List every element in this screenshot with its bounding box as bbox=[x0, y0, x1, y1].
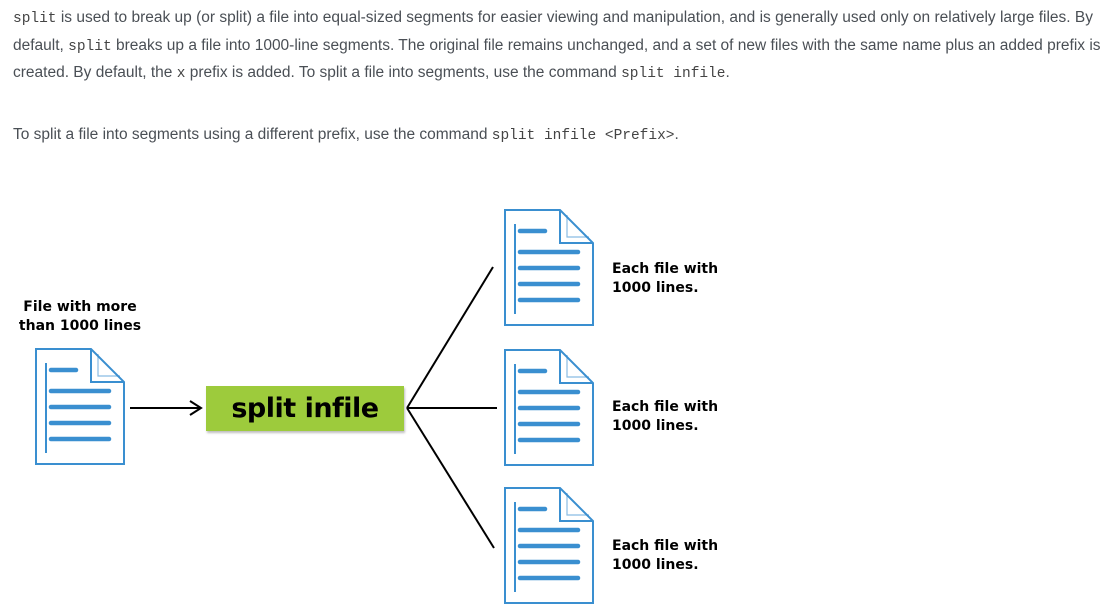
split-command-box: split infile bbox=[206, 386, 404, 431]
split-diagram bbox=[0, 0, 1107, 614]
label-line: 1000 lines. bbox=[612, 556, 699, 573]
output-file-label: Each file with 1000 lines. bbox=[612, 398, 718, 435]
output-file-label: Each file with 1000 lines. bbox=[612, 260, 718, 297]
label-line: than 1000 lines bbox=[18, 317, 142, 334]
label-line: Each file with bbox=[612, 261, 719, 277]
command-text: split infile bbox=[231, 393, 379, 424]
output-document-icon bbox=[505, 350, 593, 465]
label-line: Each file with bbox=[612, 399, 719, 415]
label-line: File with more bbox=[23, 299, 137, 315]
label-line: 1000 lines. bbox=[612, 417, 699, 434]
output-document-icon bbox=[505, 210, 593, 325]
output-file-label: Each file with 1000 lines. bbox=[612, 537, 718, 574]
label-line: Each file with bbox=[612, 538, 719, 554]
output-document-icon bbox=[505, 488, 593, 603]
arrow-right-icon bbox=[130, 400, 203, 416]
label-line: 1000 lines. bbox=[612, 279, 699, 296]
source-document-icon bbox=[36, 349, 124, 464]
source-file-label: File with more than 1000 lines bbox=[14, 298, 146, 335]
split-connector-lines bbox=[406, 266, 497, 549]
